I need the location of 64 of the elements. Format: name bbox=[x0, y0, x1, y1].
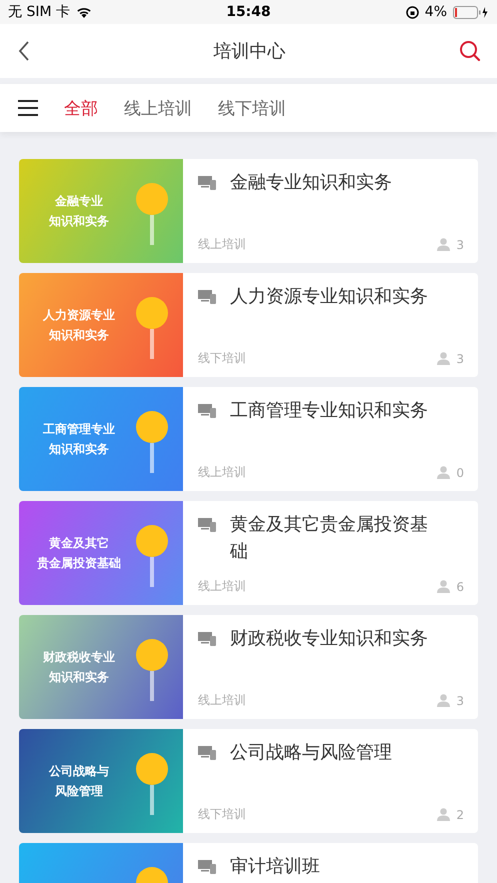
banner-text: 金融专业 bbox=[55, 193, 103, 210]
participant-count: 3 bbox=[456, 694, 464, 708]
filter-tab[interactable]: 全部 bbox=[64, 92, 98, 124]
banner-text: 贵金属投资基础 bbox=[37, 555, 121, 572]
course-title: 黄金及其它贵金属投资基础 bbox=[230, 513, 429, 564]
devices-icon bbox=[198, 176, 216, 190]
course-card[interactable]: 黄金及其它 贵金属投资基础 黄金及其它贵金属投资基础 线上培训 6 bbox=[19, 501, 478, 605]
course-card[interactable]: 公司战略与 风险管理 公司战略与风险管理 线下培训 2 bbox=[19, 729, 478, 833]
devices-icon bbox=[198, 632, 216, 646]
rotation-lock-icon bbox=[406, 6, 419, 18]
devices-icon bbox=[198, 404, 216, 418]
wifi-icon bbox=[76, 6, 92, 18]
banner-text: 公司战略与 bbox=[49, 763, 109, 780]
participant-count: 2 bbox=[456, 808, 464, 822]
training-type: 线上培训 bbox=[198, 464, 246, 481]
course-title: 人力资源专业知识和实务 bbox=[230, 285, 429, 309]
training-type: 线上培训 bbox=[198, 578, 246, 595]
banner-text: 人力资源专业 bbox=[43, 307, 115, 324]
participant-count: 3 bbox=[456, 238, 464, 252]
course-title: 审计培训班 bbox=[230, 855, 321, 879]
course-title: 财政税收专业知识和实务 bbox=[230, 627, 429, 651]
participant-count: 3 bbox=[456, 352, 464, 366]
banner-text: 知识和实务 bbox=[49, 327, 109, 344]
course-card[interactable]: 工商管理专业 知识和实务 工商管理专业知识和实务 线上培训 0 bbox=[19, 387, 478, 491]
devices-icon bbox=[198, 860, 216, 874]
banner-text: 黄金及其它 bbox=[49, 535, 109, 552]
course-card[interactable]: 人力资源专业 知识和实务 人力资源专业知识和实务 线下培训 3 bbox=[19, 273, 478, 377]
person-icon bbox=[437, 808, 450, 821]
clock-text: 15:48 bbox=[226, 4, 271, 20]
training-type: 线下培训 bbox=[198, 350, 246, 367]
course-title: 公司战略与风险管理 bbox=[230, 741, 393, 765]
banner-text: 知识和实务 bbox=[49, 669, 109, 686]
carrier-text: 无 SIM 卡 bbox=[8, 3, 70, 21]
person-icon bbox=[437, 352, 450, 365]
person-icon bbox=[437, 694, 450, 707]
banner-text: 工商管理专业 bbox=[43, 421, 115, 438]
search-icon bbox=[459, 40, 481, 62]
person-icon bbox=[437, 466, 450, 479]
battery-percent: 4% bbox=[424, 4, 447, 20]
banner-text: 知识和实务 bbox=[49, 441, 109, 458]
training-type: 线上培训 bbox=[198, 692, 246, 709]
course-title: 金融专业知识和实务 bbox=[230, 171, 393, 195]
course-card[interactable]: 财政税收专业 知识和实务 财政税收专业知识和实务 线上培训 3 bbox=[19, 615, 478, 719]
page-title: 培训中心 bbox=[214, 40, 286, 63]
participant-count: 6 bbox=[456, 580, 464, 594]
course-card[interactable]: 金融专业 知识和实务 金融专业知识和实务 线上培训 3 bbox=[19, 159, 478, 263]
filter-tab[interactable]: 线上培训 bbox=[124, 92, 192, 124]
devices-icon bbox=[198, 290, 216, 304]
course-title: 工商管理专业知识和实务 bbox=[230, 399, 429, 423]
chevron-left-icon bbox=[18, 41, 30, 61]
course-card[interactable]: 审计培训班 bbox=[19, 843, 478, 883]
person-icon bbox=[437, 580, 450, 593]
devices-icon bbox=[198, 518, 216, 532]
banner-text: 财政税收专业 bbox=[43, 649, 115, 666]
banner-text: 知识和实务 bbox=[49, 213, 109, 230]
training-type: 线上培训 bbox=[198, 236, 246, 253]
training-type: 线下培训 bbox=[198, 806, 246, 823]
banner-text: 风险管理 bbox=[55, 783, 103, 800]
battery-icon bbox=[453, 6, 489, 18]
filter-tab[interactable]: 线下培训 bbox=[218, 92, 286, 124]
person-icon bbox=[437, 238, 450, 251]
participant-count: 0 bbox=[456, 466, 464, 480]
devices-icon bbox=[198, 746, 216, 760]
menu-icon bbox=[18, 100, 38, 116]
